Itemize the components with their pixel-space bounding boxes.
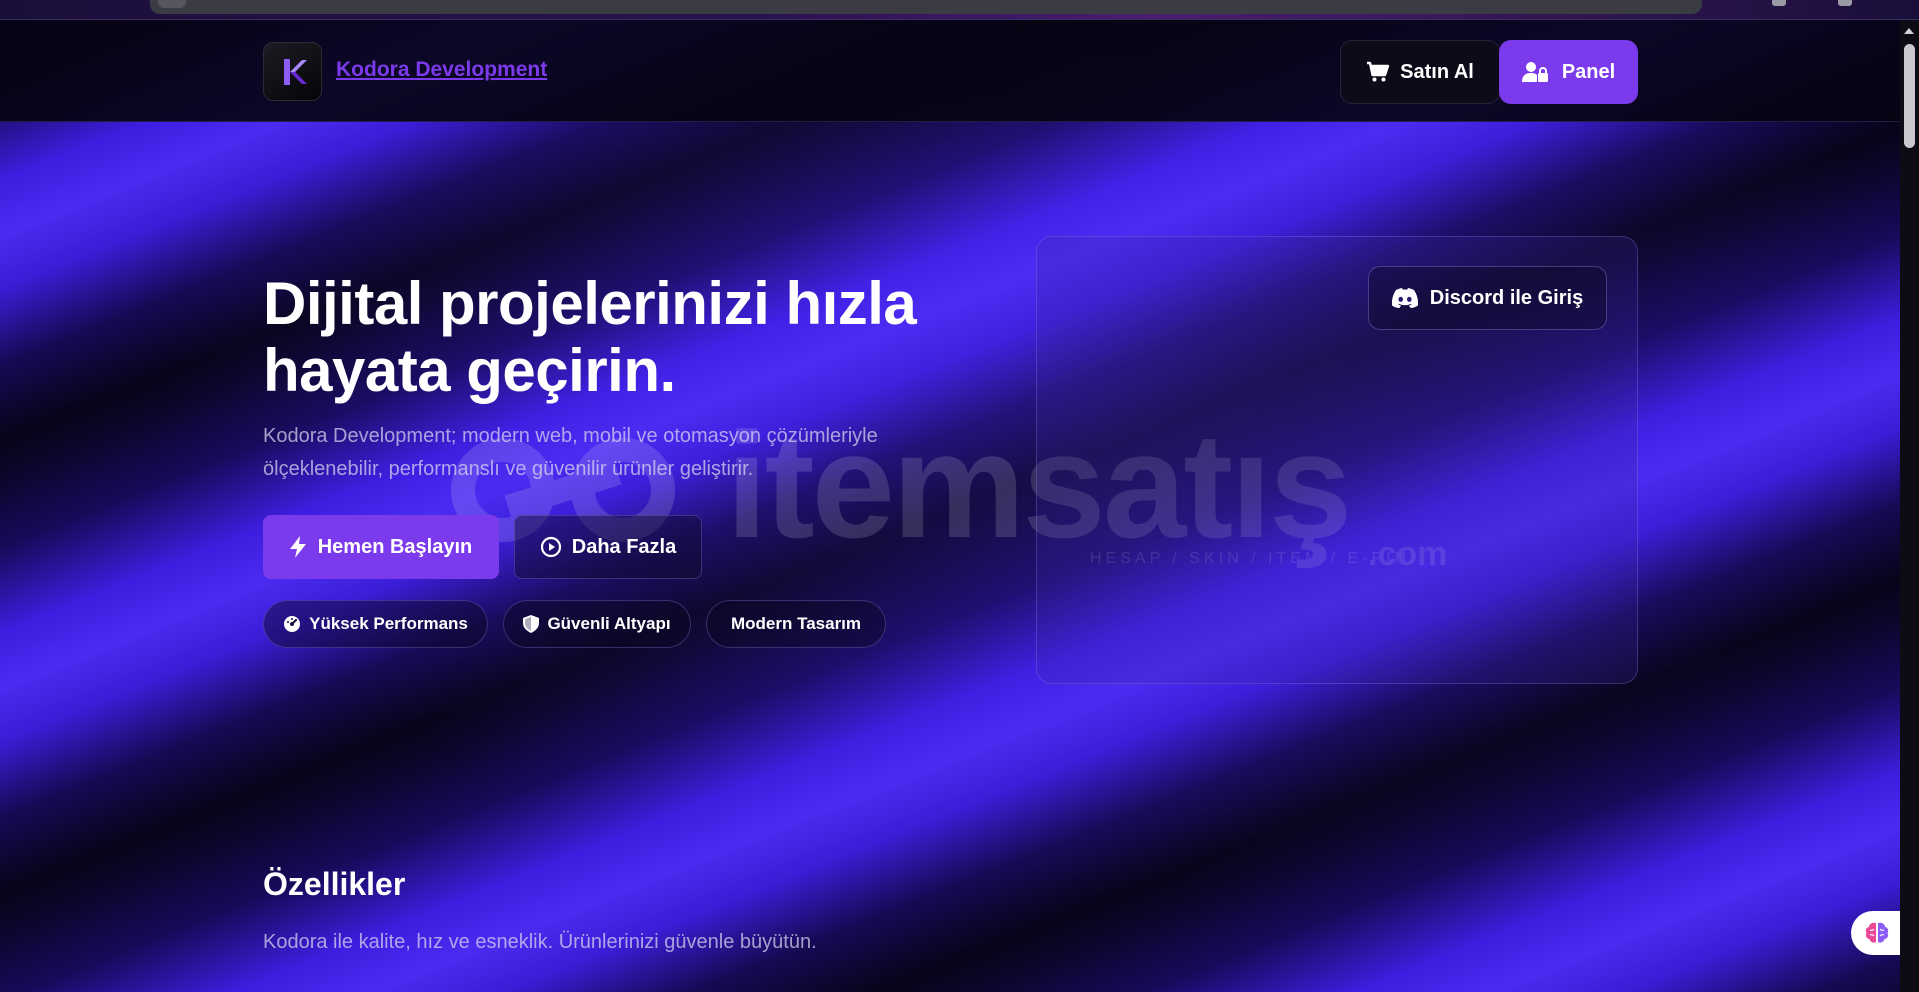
features-title: Özellikler [263, 866, 406, 902]
hero-subtitle-line2: ölçeklenebilir, performanslı ve güvenili… [263, 458, 754, 480]
shield-icon [523, 615, 540, 633]
hero-title: Dijital projelerinizi hızla hayata geçir… [263, 270, 1023, 404]
site-header: Kodora Development Satın Al Panel [0, 20, 1900, 122]
chip-design: Modern Tasarım [706, 600, 886, 648]
scroll-up-arrow-icon[interactable] [1904, 28, 1914, 34]
user-lock-icon [1521, 62, 1548, 82]
discord-icon [1391, 288, 1418, 308]
brand-link[interactable]: Kodora Development [336, 58, 547, 82]
chip-security: Güvenli Altyapı [503, 600, 691, 648]
chip-label: Güvenli Altyapı [547, 614, 671, 633]
bolt-icon [289, 536, 306, 558]
get-started-button[interactable]: Hemen Başlayın [263, 515, 499, 579]
cart-icon [1367, 61, 1390, 82]
learn-more-button[interactable]: Daha Fazla [514, 515, 702, 579]
browser-site-icon [158, 0, 186, 8]
discord-login-button[interactable]: Discord ile Giriş [1368, 266, 1607, 330]
features-subtitle: Kodora ile kalite, hız ve esneklik. Ürün… [263, 931, 817, 953]
browser-extension-icon[interactable] [1772, 0, 1786, 6]
gauge-icon [284, 616, 301, 632]
chip-performance: Yüksek Performans [263, 600, 488, 648]
panel-label: Panel [1561, 60, 1616, 83]
hero-subtitle: Kodora Development; modern web, mobil ve… [263, 420, 1023, 486]
learn-more-label: Daha Fazla [571, 535, 677, 558]
brand-logo-icon[interactable] [263, 42, 322, 101]
browser-profile-icon[interactable] [1838, 0, 1852, 6]
chip-label: Yüksek Performans [309, 614, 468, 633]
chip-label: Modern Tasarım [730, 614, 862, 633]
page-scrollbar[interactable] [1900, 20, 1919, 992]
assistant-widget[interactable] [1851, 911, 1903, 955]
get-started-label: Hemen Başlayın [317, 535, 473, 558]
scrollbar-thumb[interactable] [1904, 44, 1915, 148]
buy-label: Satın Al [1400, 60, 1474, 83]
hero-title-line1: Dijital projelerinizi hızla [263, 270, 917, 337]
play-circle-icon [540, 536, 561, 558]
buy-button[interactable]: Satın Al [1340, 40, 1500, 104]
panel-button[interactable]: Panel [1499, 40, 1638, 104]
discord-login-label: Discord ile Giriş [1429, 286, 1584, 309]
hero-title-line2: hayata geçirin. [263, 337, 676, 404]
hero-subtitle-line1: Kodora Development; modern web, mobil ve… [263, 425, 878, 447]
brain-icon [1865, 922, 1889, 943]
browser-address-bar[interactable] [150, 0, 1702, 14]
page: Kodora Development Satın Al Panel Dijita… [0, 0, 1919, 992]
browser-toolbar [0, 0, 1919, 20]
